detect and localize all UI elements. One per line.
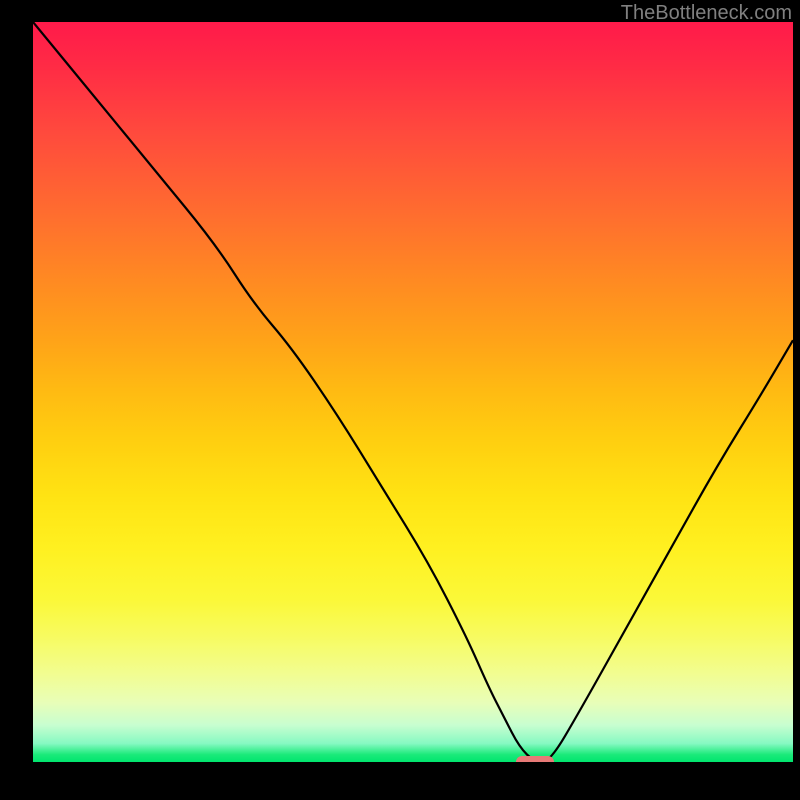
optimal-marker <box>516 756 554 762</box>
chart-container: TheBottleneck.com <box>0 0 800 800</box>
watermark-text: TheBottleneck.com <box>621 2 792 25</box>
plot-area <box>33 22 793 762</box>
curve-line <box>33 22 793 762</box>
